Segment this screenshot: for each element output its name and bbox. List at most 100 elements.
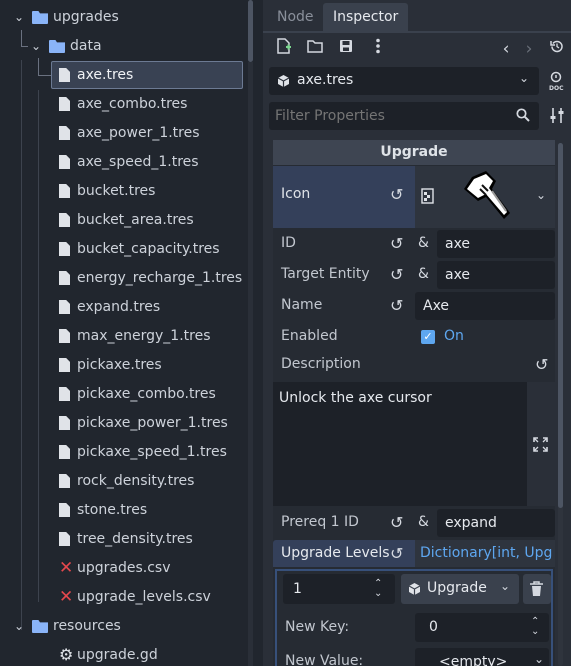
tree-item-label: resources bbox=[53, 618, 121, 634]
chevron-down-icon[interactable]: ⌄ bbox=[534, 652, 544, 666]
tree-folder[interactable]: ⌄ upgrades bbox=[0, 3, 248, 32]
object-doc-icon[interactable]: DOC bbox=[548, 71, 566, 92]
tree-file[interactable]: pickaxe_combo.tres bbox=[0, 380, 248, 409]
upgrade-levels-value[interactable]: Dictionary[int, Upg bbox=[420, 545, 552, 561]
history-icon[interactable] bbox=[546, 38, 568, 60]
description-textarea[interactable]: Unlock the axe cursor bbox=[273, 382, 527, 506]
tab-node[interactable]: Node bbox=[267, 3, 324, 31]
tree-file[interactable]: axe_power_1.tres bbox=[0, 119, 248, 148]
tab-inspector[interactable]: Inspector bbox=[323, 3, 408, 31]
enabled-value[interactable]: On bbox=[444, 328, 464, 344]
file-icon bbox=[59, 271, 70, 285]
revert-icon[interactable]: ↺ bbox=[390, 234, 403, 253]
tree-item-label: pickaxe_power_1.tres bbox=[77, 415, 228, 431]
chevron-down-icon[interactable]: ⌄ bbox=[519, 71, 529, 85]
tree-item-label: pickaxe_speed_1.tres bbox=[77, 444, 227, 460]
file-icon bbox=[59, 126, 70, 140]
tree-file[interactable]: bucket_capacity.tres bbox=[0, 235, 248, 264]
filter-input[interactable] bbox=[275, 105, 505, 127]
target-entity-field[interactable]: axe bbox=[437, 261, 555, 289]
tree-item-label: bucket_capacity.tres bbox=[77, 241, 220, 257]
trash-icon[interactable] bbox=[529, 581, 544, 601]
error-icon: ✕ bbox=[59, 587, 74, 607]
revert-icon[interactable]: ↺ bbox=[390, 265, 403, 284]
revert-icon[interactable]: ↺ bbox=[390, 544, 403, 563]
expand-icon[interactable] bbox=[533, 437, 548, 456]
revert-icon[interactable]: ↺ bbox=[390, 296, 403, 315]
error-icon: ✕ bbox=[59, 558, 74, 578]
back-icon[interactable]: ‹ bbox=[495, 38, 517, 60]
tree-folder[interactable]: ⌄ data bbox=[0, 32, 248, 61]
spinner-arrows-icon[interactable]: ⌃ ⌄ bbox=[374, 579, 382, 599]
tree-file[interactable]: pickaxe_power_1.tres bbox=[0, 409, 248, 438]
tree-item-label: expand.tres bbox=[77, 299, 161, 315]
file-icon bbox=[59, 416, 70, 430]
tree-file[interactable]: stone.tres bbox=[0, 496, 248, 525]
name-field[interactable]: Axe bbox=[415, 292, 555, 320]
gear-icon: ⚙ bbox=[59, 645, 74, 664]
tree-file[interactable]: pickaxe_speed_1.tres bbox=[0, 438, 248, 467]
tree-file[interactable]: axe_speed_1.tres bbox=[0, 148, 248, 177]
new-resource-icon[interactable] bbox=[273, 38, 295, 60]
upgrade-levels-label: Upgrade Levels bbox=[281, 545, 390, 561]
tree-item-label: upgrade_levels.csv bbox=[77, 589, 211, 605]
chevron-down-icon[interactable]: ⌄ bbox=[31, 32, 41, 61]
open-folder-icon[interactable] bbox=[304, 38, 326, 60]
enabled-checkbox[interactable]: ✓ bbox=[421, 330, 435, 344]
tree-file[interactable]: max_energy_1.tres bbox=[0, 322, 248, 351]
tree-file[interactable]: tree_density.tres bbox=[0, 525, 248, 554]
tab-divider bbox=[263, 31, 571, 33]
section-header[interactable]: Upgrade bbox=[273, 140, 555, 165]
file-icon bbox=[59, 184, 70, 198]
tree-file[interactable]: bucket_area.tres bbox=[0, 206, 248, 235]
tree-file[interactable]: ✕ upgrades.csv bbox=[0, 554, 248, 583]
save-icon[interactable] bbox=[335, 38, 357, 60]
axe-texture-icon[interactable] bbox=[452, 167, 516, 227]
tree-scrollbar[interactable] bbox=[248, 0, 253, 62]
tree-file[interactable]: axe_combo.tres bbox=[0, 90, 248, 119]
new-value-field[interactable]: <empty> bbox=[415, 648, 549, 666]
tree-item-label: upgrade.gd bbox=[77, 647, 158, 663]
revert-icon[interactable]: ↺ bbox=[390, 185, 403, 204]
tree-file[interactable]: ✕ upgrade_levels.csv bbox=[0, 583, 248, 612]
folder-icon bbox=[32, 11, 48, 24]
revert-icon[interactable]: ↺ bbox=[390, 513, 403, 532]
file-icon bbox=[59, 445, 70, 459]
inspector-scrollbar[interactable] bbox=[558, 143, 563, 508]
chevron-down-icon[interactable]: ⌄ bbox=[500, 579, 510, 593]
new-value-label: New Value: bbox=[285, 653, 364, 666]
tree-item-label: bucket.tres bbox=[77, 183, 156, 199]
tree-file[interactable]: energy_recharge_1.tres bbox=[0, 264, 248, 293]
file-icon bbox=[59, 213, 70, 227]
prereq-field[interactable]: expand bbox=[437, 509, 555, 537]
file-icon bbox=[59, 358, 70, 372]
tree-file[interactable]: ⚙ upgrade.gd bbox=[0, 641, 248, 666]
search-icon bbox=[516, 108, 530, 126]
tree-item-label: data bbox=[70, 38, 102, 54]
tree-file[interactable]: axe.tres bbox=[0, 61, 248, 90]
tree-item-label: upgrades bbox=[53, 9, 119, 25]
chevron-down-icon[interactable]: ⌄ bbox=[536, 188, 546, 202]
chevron-down-icon[interactable]: ⌄ bbox=[14, 3, 24, 32]
texture-preview-icon bbox=[421, 188, 434, 208]
new-key-field[interactable]: 0 bbox=[415, 613, 549, 642]
tree-item-label: rock_density.tres bbox=[77, 473, 195, 489]
dict-type-label: Upgrade bbox=[427, 580, 487, 596]
id-field[interactable]: axe bbox=[437, 230, 555, 258]
more-icon[interactable] bbox=[367, 38, 389, 60]
property-settings-icon[interactable] bbox=[549, 107, 565, 128]
tree-file[interactable]: bucket.tres bbox=[0, 177, 248, 206]
target-entity-label: Target Entity bbox=[281, 266, 370, 282]
tree-file[interactable]: pickaxe.tres bbox=[0, 351, 248, 380]
chevron-down-icon[interactable]: ⌄ bbox=[14, 612, 24, 641]
tree-scrollbar-track[interactable] bbox=[248, 62, 253, 666]
file-icon bbox=[59, 242, 70, 256]
description-property-label: Description bbox=[281, 356, 361, 372]
tree-file[interactable]: rock_density.tres bbox=[0, 467, 248, 496]
spinner-arrows-icon[interactable]: ⌃ ⌄ bbox=[531, 617, 539, 637]
tree-file[interactable]: expand.tres bbox=[0, 293, 248, 322]
file-icon bbox=[59, 474, 70, 488]
forward-icon[interactable]: › bbox=[518, 38, 540, 60]
revert-icon[interactable]: ↺ bbox=[535, 355, 548, 374]
tree-folder[interactable]: ⌄ resources bbox=[0, 612, 248, 641]
